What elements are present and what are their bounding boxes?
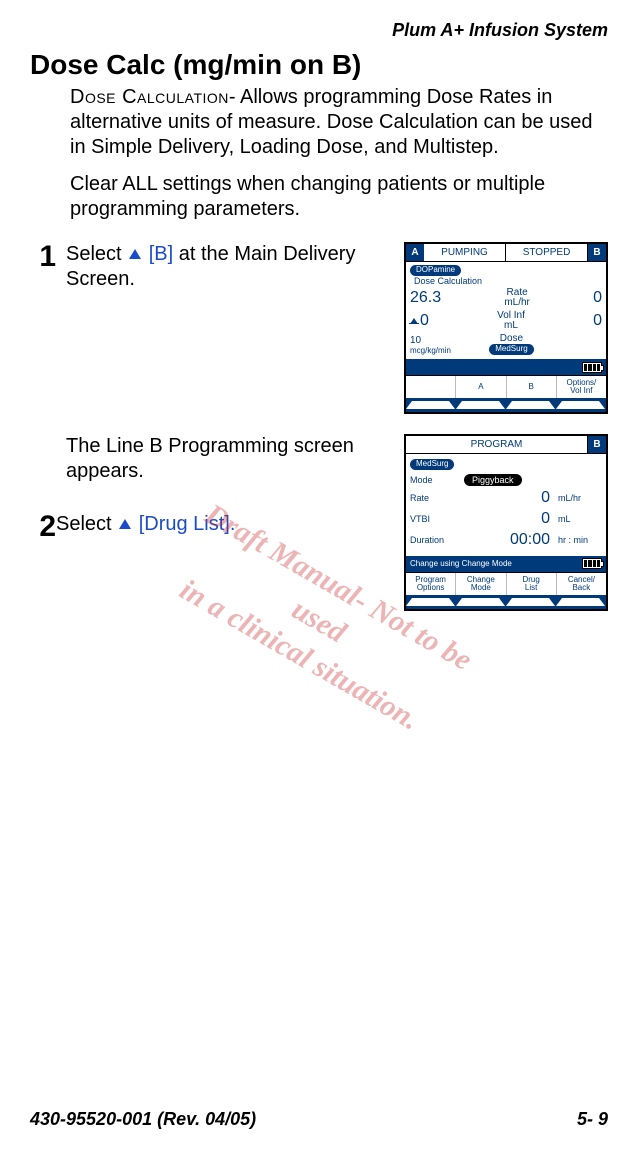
step-1b-text: The Line B Programming screen appears. (66, 434, 388, 484)
device-screen-delivery: A PUMPING STOPPED B DOPamine Dose Calcul… (404, 242, 608, 414)
step-1-link: [B] (149, 243, 173, 265)
softkey-a[interactable]: A (456, 376, 506, 398)
footer-docnum: 430-95520-001 (Rev. 04/05) (30, 1109, 256, 1130)
softkey-drug-list[interactable]: Drug List (507, 573, 557, 595)
arrow-up-icon[interactable] (456, 401, 505, 409)
triangle-icon (129, 249, 141, 259)
step-2-number: 2 (30, 512, 56, 542)
volinf-unit: mL (497, 321, 525, 332)
rate-value: 0 (464, 489, 554, 507)
mode-label: Mode (410, 475, 460, 485)
rate-unit: mL/hr (558, 493, 602, 503)
device-screen-program: PROGRAM B MedSurg Mode Piggyback Rate 0 … (404, 434, 608, 611)
arrow-up-icon[interactable] (406, 598, 455, 606)
running-header: Plum A+ Infusion System (30, 20, 608, 41)
triangle-icon (119, 519, 131, 529)
arrow-up-icon[interactable] (406, 401, 455, 409)
vtbi-unit: mL (558, 514, 602, 524)
arrow-up-icon[interactable] (556, 401, 605, 409)
section-title: Dose Calc (mg/min on B) (30, 49, 608, 81)
dose-label: Dose (489, 334, 533, 345)
rate-unit: mL/hr (504, 298, 530, 309)
dose-calc-label: Dose Calculation (414, 276, 602, 286)
line-b-indicator: B (588, 436, 606, 454)
intro-paragraph-1: Dose Calculation- Allows programming Dos… (70, 85, 608, 160)
status-pumping: PUMPING (424, 244, 506, 262)
step-1-text: Select [B] at the Main Delivery Screen. (66, 242, 394, 292)
softkey-blank[interactable] (406, 376, 456, 398)
care-area-pill: MedSurg (410, 459, 454, 470)
dose-unit: mcg/kg/min (410, 347, 451, 355)
battery-icon (582, 558, 602, 569)
softkey-cancel-back[interactable]: Cancel/ Back (557, 573, 606, 595)
softkey-change-mode[interactable]: Change Mode (456, 573, 506, 595)
arrow-up-icon[interactable] (506, 598, 555, 606)
duration-label: Duration (410, 535, 460, 545)
softkey-options[interactable]: Options/ Vol Inf (557, 376, 606, 398)
footer-pagenum: 5- 9 (577, 1109, 608, 1130)
line-a-indicator: A (406, 244, 424, 262)
rate-a-value: 26.3 (410, 289, 441, 307)
mode-value: Piggyback (464, 474, 522, 486)
intro-lead: Dose Calculation (70, 86, 229, 108)
vtbi-value: 0 (464, 510, 554, 528)
care-area-pill: MedSurg (489, 344, 533, 355)
duration-unit: hr : min (558, 535, 602, 545)
step-2-link: [Drug List]. (139, 513, 236, 535)
softkey-b[interactable]: B (507, 376, 557, 398)
arrow-up-icon[interactable] (456, 598, 505, 606)
line-b-indicator: B (588, 244, 606, 262)
status-stopped: STOPPED (506, 244, 588, 262)
volinf-b-value: 0 (593, 312, 602, 330)
status-message: Change using Change Mode (410, 559, 512, 568)
vtbi-label: VTBI (410, 514, 460, 524)
drug-pill: DOPamine (410, 265, 461, 276)
intro-paragraph-2: Clear ALL settings when changing patient… (70, 172, 608, 222)
volinf-a-value: 0 (420, 312, 429, 330)
program-title: PROGRAM (406, 436, 588, 454)
rate-b-value: 0 (593, 289, 602, 307)
softkey-program-options[interactable]: Program Options (406, 573, 456, 595)
rate-label: Rate (410, 493, 460, 503)
duration-value: 00:00 (464, 531, 554, 549)
arrow-up-icon[interactable] (506, 401, 555, 409)
step-1-number: 1 (30, 242, 56, 272)
arrow-up-icon[interactable] (556, 598, 605, 606)
battery-icon (582, 362, 602, 373)
bell-icon (410, 318, 418, 324)
